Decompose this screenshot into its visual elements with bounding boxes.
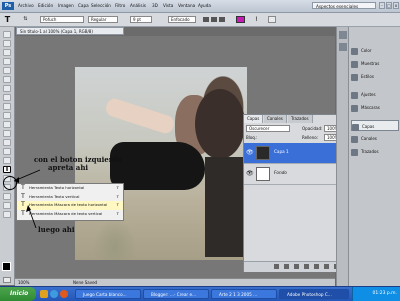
history-icon[interactable]	[339, 31, 347, 39]
tab-capas[interactable]: Capas	[244, 115, 264, 123]
visibility-eye-icon[interactable]: 👁	[246, 149, 254, 156]
dock-item-label: Trazados	[361, 149, 379, 154]
panel-dock: Color Muestras Estilos Ajustes Máscaras …	[348, 27, 400, 286]
tab-canales[interactable]: Canales	[264, 115, 287, 123]
color-icon	[351, 47, 358, 55]
layer-thumbnail	[256, 167, 270, 181]
tab-trazados[interactable]: Trazados	[288, 115, 313, 123]
styles-icon	[351, 73, 358, 81]
layer-thumbnail	[256, 146, 270, 160]
opacity-label: Opacidad:	[302, 126, 323, 131]
quicklaunch-folder-icon[interactable]	[40, 290, 48, 298]
dock-item-label: Estilos	[361, 74, 374, 79]
dock-item-capas[interactable]: Capas	[351, 120, 399, 131]
layers-panel: Capas Canales Trazados Oscurecer Opacida…	[243, 114, 348, 272]
fx-icon[interactable]	[284, 264, 289, 269]
layer-name: Capa 1	[274, 149, 289, 154]
system-tray-clock: 01:23 p.m.	[352, 287, 400, 301]
lock-label: Bloq.:	[246, 135, 258, 140]
dock-item-label: Capas	[362, 124, 375, 129]
paths-icon	[351, 148, 358, 156]
layer-row-capa-1[interactable]: 👁 Capa 1	[244, 143, 347, 164]
arrow-head-top	[14, 177, 19, 183]
fill-label: Relleno:	[302, 135, 319, 140]
adjustments-icon	[351, 91, 358, 99]
mask-icon[interactable]	[294, 264, 299, 269]
task-blogger[interactable]: Blogger: ...- Crear e...	[143, 289, 209, 299]
dock-item-trazados[interactable]: Trazados	[351, 146, 399, 157]
task-photoshop[interactable]: Adobe Photoshop C...	[279, 289, 349, 299]
channels-icon	[351, 135, 358, 143]
swatches-icon	[351, 60, 358, 68]
quicklaunch-media-icon[interactable]	[60, 290, 68, 298]
quicklaunch-browser-icon[interactable]	[50, 290, 58, 298]
dock-item-label: Color	[361, 48, 372, 53]
dock-item-ajustes[interactable]: Ajustes	[351, 89, 399, 100]
dock-item-color[interactable]: Color	[351, 45, 399, 56]
taskbar: Inicio Juego Carta blanco... Blogger: ..…	[0, 286, 400, 301]
dock-item-label: Muestras	[361, 61, 380, 66]
masks-icon	[351, 104, 358, 112]
new-layer-icon[interactable]	[324, 264, 329, 269]
actions-icon[interactable]	[339, 43, 347, 51]
task-juego[interactable]: Juego Carta blanco...	[75, 289, 141, 299]
dock-item-muestras[interactable]: Muestras	[351, 58, 399, 69]
dock-item-estilos[interactable]: Estilos	[351, 71, 399, 82]
folder-icon[interactable]	[314, 264, 319, 269]
visibility-eye-icon[interactable]: 👁	[246, 170, 254, 177]
layer-row-fondo[interactable]: 👁 Fondo	[244, 164, 347, 185]
adjustment-icon[interactable]	[304, 264, 309, 269]
blend-mode-select[interactable]: Oscurecer	[246, 125, 290, 132]
task-arte[interactable]: Arte 2 1 3 2005 ...	[211, 289, 277, 299]
link-layers-icon[interactable]	[274, 264, 279, 269]
dock-item-label: Canales	[361, 136, 377, 141]
start-button[interactable]: Inicio	[0, 287, 36, 301]
dock-item-canales[interactable]: Canales	[351, 133, 399, 144]
layer-name: Fondo	[274, 170, 287, 175]
dock-item-label: Ajustes	[361, 92, 376, 97]
dock-item-mascaras[interactable]: Máscaras	[351, 102, 399, 113]
layers-footer	[244, 261, 347, 272]
layers-icon	[352, 123, 359, 131]
dock-item-label: Máscaras	[361, 105, 380, 110]
